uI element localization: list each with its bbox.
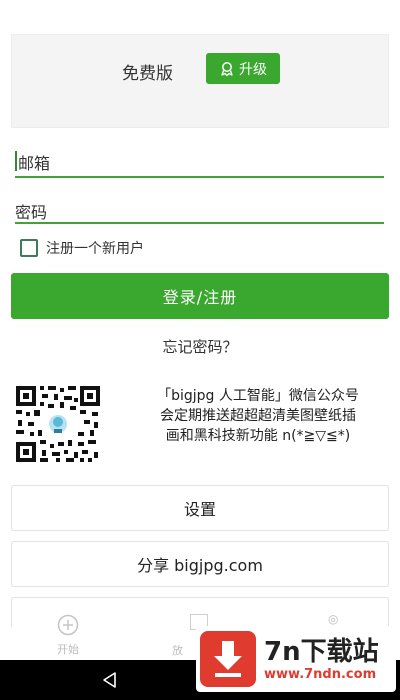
password-field[interactable]: 密码: [15, 199, 384, 224]
tab-right-icon[interactable]: ◎: [328, 612, 346, 626]
register-checkbox[interactable]: [20, 239, 38, 257]
plan-card: 免费版 升级: [11, 34, 389, 128]
tab-start-label: 开始: [57, 643, 79, 656]
email-placeholder: 邮箱: [18, 154, 51, 173]
plus-circle-icon: [57, 614, 79, 636]
share-button[interactable]: 分享 bigjpg.com: [11, 541, 389, 587]
qr-code-image: [16, 386, 100, 462]
promo-line: 「bigjpg 人工智能」微信公众号: [157, 388, 359, 404]
back-triangle-icon[interactable]: [100, 670, 120, 690]
login-register-button[interactable]: 登录/注册: [11, 273, 389, 319]
settings-button[interactable]: 设置: [11, 485, 389, 531]
wechat-promo-text: 「bigjpg 人工智能」微信公众号 会定期推送超超超清美图壁纸插 画和黑科技新…: [123, 386, 393, 446]
tab-start[interactable]: 开始: [48, 614, 88, 657]
upgrade-label: 升级: [239, 61, 267, 78]
watermark-title: 7n下载站: [264, 636, 379, 667]
register-option[interactable]: 注册一个新用户: [20, 238, 144, 258]
upgrade-button[interactable]: 升级: [206, 53, 280, 84]
plan-label: 免费版: [122, 64, 173, 84]
forgot-password-link[interactable]: 忘记密码？: [0, 336, 400, 357]
email-field[interactable]: 邮箱: [15, 150, 384, 178]
promo-line: 会定期推送超超超清美图壁纸插: [160, 408, 356, 424]
promo-line: 画和黑科技新功能 n(*≧▽≦*): [165, 428, 351, 444]
site-watermark: 7n下载站 www.7ndn.com: [196, 626, 396, 692]
text-caret: [15, 151, 17, 171]
tab-second-label[interactable]: 放: [172, 642, 183, 658]
password-placeholder: 密码: [15, 203, 48, 222]
badge-icon: [221, 61, 233, 76]
register-label: 注册一个新用户: [46, 241, 144, 257]
watermark-url: www.7ndn.com: [264, 666, 377, 682]
download-arrow-icon: [200, 631, 256, 687]
